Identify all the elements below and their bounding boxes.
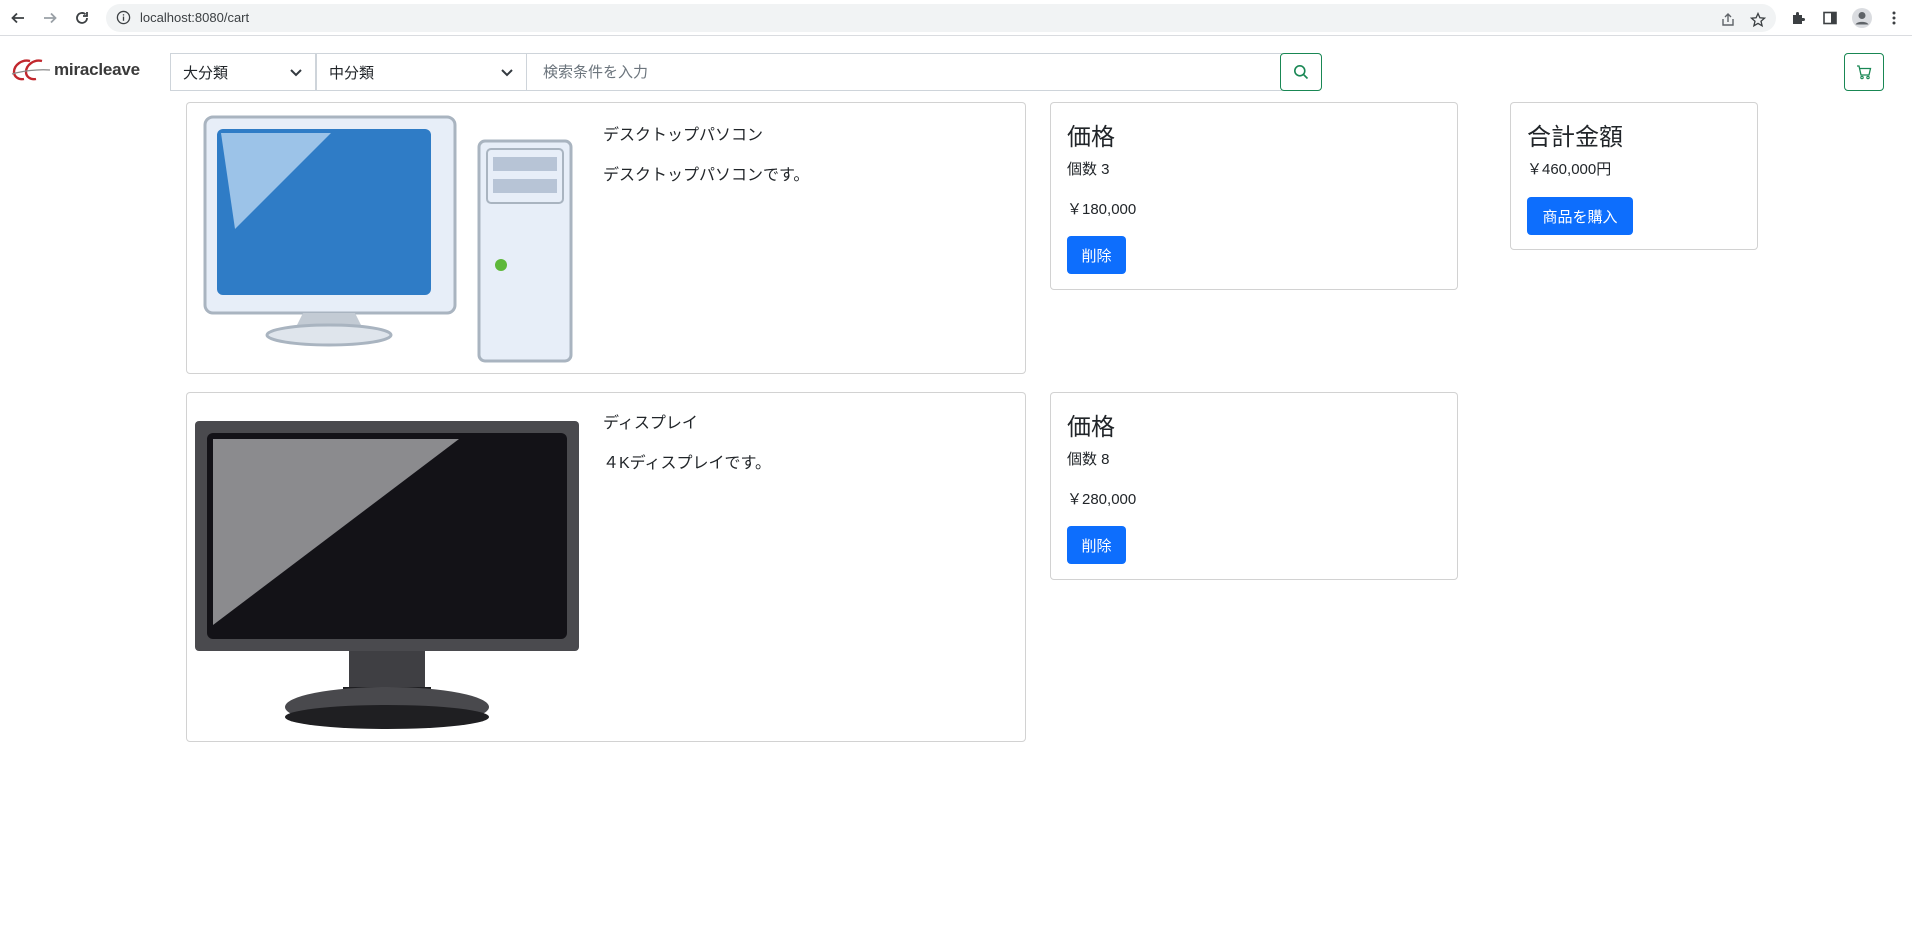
logo-text: miracleave bbox=[54, 60, 140, 79]
category-large-select[interactable]: 大分類 bbox=[170, 53, 316, 91]
cart-item-card: デスクトップパソコン デスクトップパソコンです。 bbox=[186, 102, 1026, 374]
item-name: ディスプレイ bbox=[603, 415, 698, 432]
cart-icon bbox=[1857, 65, 1872, 80]
back-button[interactable] bbox=[6, 6, 30, 30]
chevron-down-icon bbox=[501, 69, 513, 77]
cart-button[interactable] bbox=[1844, 53, 1884, 91]
browser-toolbar: localhost:8080/cart bbox=[0, 0, 1912, 36]
purchase-button[interactable]: 商品を購入 bbox=[1527, 197, 1633, 235]
share-icon[interactable] bbox=[1716, 8, 1740, 32]
price-card: 価格 個数 8 ￥280,000 削除 bbox=[1050, 392, 1458, 580]
price-heading: 価格 bbox=[1067, 124, 1115, 151]
item-description: デスクトップパソコンです。 bbox=[603, 167, 810, 184]
delete-button[interactable]: 削除 bbox=[1067, 236, 1126, 274]
reload-icon bbox=[76, 12, 88, 24]
search-icon bbox=[1294, 65, 1309, 80]
logo[interactable]: miracleave bbox=[10, 56, 140, 84]
puzzle-icon[interactable] bbox=[1786, 6, 1810, 30]
search-button[interactable] bbox=[1280, 53, 1322, 91]
category-large-value: 大分類 bbox=[183, 64, 229, 82]
info-icon[interactable] bbox=[116, 10, 131, 30]
delete-button[interactable]: 削除 bbox=[1067, 526, 1126, 564]
item-description: ４Kディスプレイです。 bbox=[603, 455, 771, 472]
profile-icon[interactable] bbox=[1850, 6, 1874, 30]
desktop-pc-image bbox=[203, 115, 573, 363]
display-image bbox=[195, 421, 579, 729]
address-bar[interactable]: localhost:8080/cart bbox=[106, 4, 1776, 32]
url-text: localhost:8080/cart bbox=[140, 10, 250, 25]
category-medium-value: 中分類 bbox=[329, 64, 375, 82]
arrow-right-icon bbox=[44, 12, 57, 24]
total-card: 合計金額 ￥460,000円 商品を購入 bbox=[1510, 102, 1758, 250]
logo-mark bbox=[11, 59, 51, 81]
total-amount: ￥460,000円 bbox=[1527, 161, 1612, 178]
item-price: ￥180,000 bbox=[1067, 201, 1137, 218]
reload-button[interactable] bbox=[70, 6, 94, 30]
star-icon[interactable] bbox=[1746, 8, 1770, 32]
forward-button[interactable] bbox=[38, 6, 62, 30]
search-input[interactable] bbox=[526, 53, 1282, 91]
side-panel-icon[interactable] bbox=[1818, 6, 1842, 30]
item-price: ￥280,000 bbox=[1067, 491, 1137, 508]
category-medium-select[interactable]: 中分類 bbox=[316, 53, 527, 91]
price-heading: 価格 bbox=[1067, 414, 1115, 441]
total-heading: 合計金額 bbox=[1527, 124, 1623, 151]
kebab-menu-icon[interactable] bbox=[1882, 6, 1906, 30]
item-quantity: 個数 3 bbox=[1067, 161, 1110, 178]
arrow-left-icon bbox=[11, 12, 24, 24]
price-card: 価格 個数 3 ￥180,000 削除 bbox=[1050, 102, 1458, 290]
item-name: デスクトップパソコン bbox=[603, 127, 764, 144]
item-quantity: 個数 8 bbox=[1067, 451, 1110, 468]
chevron-down-icon bbox=[290, 69, 302, 77]
cart-item-card: ディスプレイ ４Kディスプレイです。 bbox=[186, 392, 1026, 742]
